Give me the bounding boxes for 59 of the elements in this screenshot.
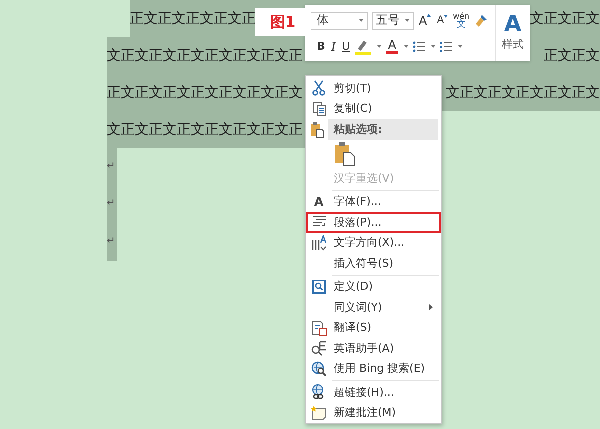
copy-icon bbox=[312, 100, 326, 117]
font-color-button[interactable]: A bbox=[386, 39, 398, 54]
body-text: 文正文正文正文正文正文正文正 bbox=[107, 48, 303, 64]
body-text: 正文正文 bbox=[544, 48, 600, 64]
menu-item[interactable]: 插入符号(S) bbox=[306, 253, 441, 274]
scissors-icon bbox=[312, 80, 326, 96]
menu-item[interactable]: 文字方向(X)... bbox=[306, 232, 441, 253]
styles-button[interactable]: A 样式 bbox=[496, 5, 530, 61]
menu-item[interactable]: 英语助手(A) bbox=[306, 338, 441, 358]
font-letter-icon: A bbox=[314, 194, 324, 209]
menu-item[interactable]: 剪切(T) bbox=[306, 78, 441, 98]
menu-item[interactable]: 定义(D) bbox=[306, 276, 441, 297]
menu-section-header: 粘贴选项: bbox=[328, 119, 438, 140]
format-painter-icon[interactable] bbox=[474, 14, 488, 28]
numbered-list-icon[interactable] bbox=[440, 40, 452, 54]
font-size-field[interactable]: 五号 bbox=[372, 12, 414, 30]
menu-item[interactable]: 超链接(H)... bbox=[306, 382, 441, 402]
shrink-font-button[interactable]: A bbox=[436, 15, 450, 26]
paragraph-mark: ↵ bbox=[107, 186, 117, 223]
comment-icon bbox=[311, 404, 327, 421]
menu-item[interactable]: 同义词(Y) bbox=[306, 297, 441, 318]
clipboard-icon bbox=[310, 121, 324, 138]
paragraph-mark: ↵ bbox=[107, 148, 117, 186]
body-text: 文正文正文正文正文正文 bbox=[446, 84, 600, 100]
paragraph-icon bbox=[312, 215, 326, 230]
body-text: 正文正文正文正文正 bbox=[130, 10, 256, 26]
menu-item[interactable]: 新建批注(M) bbox=[306, 402, 441, 423]
menu-item[interactable]: 复制(C) bbox=[306, 98, 441, 119]
highlighter-icon[interactable] bbox=[355, 38, 372, 54]
menu-item[interactable]: 翻译(S) bbox=[306, 318, 441, 338]
caret-icon bbox=[359, 19, 364, 22]
down-triangle-icon bbox=[444, 15, 448, 18]
caret-icon bbox=[458, 45, 464, 48]
body-text: 文正文正文 bbox=[530, 10, 600, 26]
text-direction-icon bbox=[311, 234, 327, 251]
search-icon bbox=[311, 360, 327, 377]
underline-button[interactable]: U bbox=[341, 40, 352, 53]
up-triangle-icon bbox=[427, 14, 432, 16]
caret-icon bbox=[431, 45, 436, 48]
menu-item[interactable]: A 字体(F)... bbox=[306, 192, 441, 212]
font-name-field[interactable]: 体 bbox=[308, 12, 368, 30]
bullet-list-icon[interactable] bbox=[413, 40, 426, 54]
body-text: 正文正文正文正文正文正文正文 bbox=[107, 84, 303, 100]
grow-font-button[interactable]: A bbox=[418, 14, 432, 28]
figure-label-text: 图1 bbox=[270, 12, 296, 32]
translate-icon bbox=[311, 320, 327, 336]
menu-item[interactable]: 使用 Bing 搜索(E) bbox=[306, 358, 441, 379]
caret-icon bbox=[377, 45, 382, 48]
clipboard-icon[interactable] bbox=[334, 141, 356, 167]
italic-button[interactable]: I bbox=[330, 40, 338, 54]
magnifier-book-icon bbox=[311, 278, 327, 295]
phonetic-guide-button[interactable]: wén 文 bbox=[453, 12, 470, 30]
caret-icon bbox=[404, 45, 410, 48]
assistant-icon bbox=[311, 340, 327, 356]
caret-icon bbox=[405, 19, 410, 22]
body-text: 文正文正文正文正文正文正文正 bbox=[107, 122, 303, 138]
paragraph-mark: ↵ bbox=[107, 223, 117, 260]
bold-button[interactable]: B bbox=[316, 40, 326, 53]
menu-item[interactable]: 段落(P)... bbox=[306, 212, 441, 232]
